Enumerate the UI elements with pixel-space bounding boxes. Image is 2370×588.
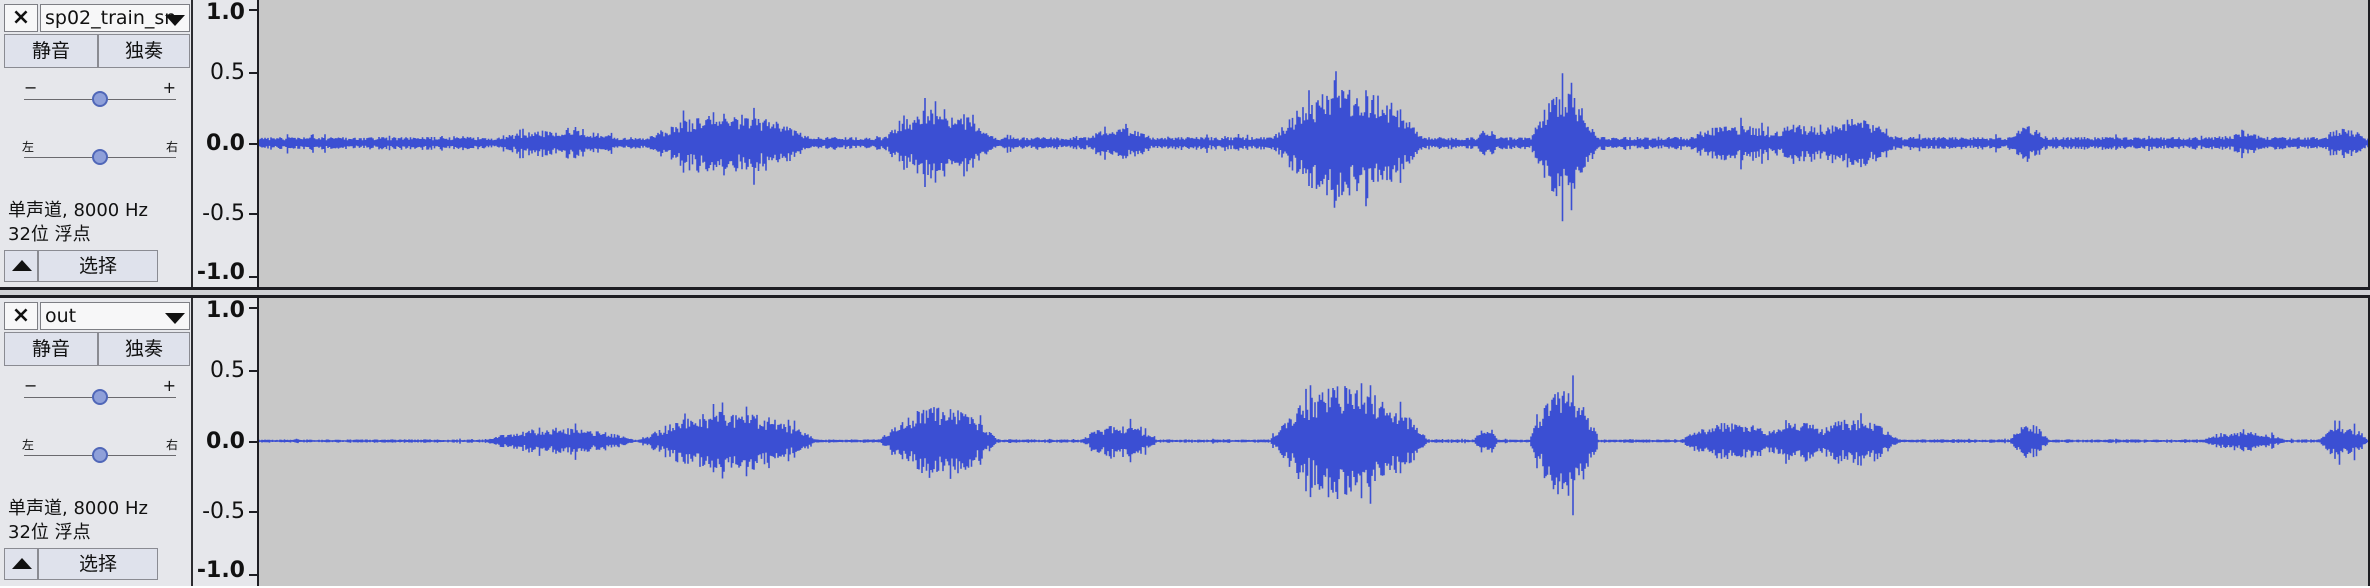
waveform-svg [259,375,2368,516]
chevron-up-icon [12,558,32,569]
mute-button[interactable]: 静音 [4,34,98,68]
select-track-button[interactable]: 选择 [38,548,158,580]
close-icon: × [11,5,31,30]
ruler-tick [249,574,257,576]
solo-button[interactable]: 独奏 [98,332,190,366]
gain-plus-label: + [162,78,176,97]
collapse-track-button[interactable] [4,548,38,580]
track-sample-format: 32位 浮点 [8,224,91,245]
mute-button[interactable]: 静音 [4,332,98,366]
track-control-panel: × out 静音 独奏 − + 左 右 单声道, 8000 Hz 32位 浮点 … [0,298,193,586]
chevron-up-icon [12,260,32,271]
amplitude-ruler: 1.0 0.5 0.0 -0.5 -1.0 [193,298,259,586]
collapse-track-button[interactable] [4,250,38,282]
gain-slider[interactable]: − + [24,376,176,412]
track-control-panel: × sp02_train_sn 静音 独奏 − + 左 右 单声道, 8000 … [0,0,193,288]
pan-slider[interactable]: 左 右 [22,138,178,172]
ruler-label-top: 1.0 [206,298,245,323]
pan-left-label: 左 [22,438,35,452]
ruler-label-bottom: -1.0 [196,558,245,583]
track-format-info: 单声道, 8000 Hz [8,498,148,519]
waveform-path [259,71,2368,222]
separator-line [0,287,2370,290]
track-title-row: × sp02_train_sn [0,0,193,34]
close-icon: × [11,303,31,328]
waveform-display[interactable] [259,298,2370,586]
ruler-tick [249,143,257,145]
ruler-tick [249,213,257,215]
audio-track-2[interactable]: × out 静音 独奏 − + 左 右 单声道, 8000 Hz 32位 浮点 … [0,298,2370,588]
gain-minus-label: − [24,78,38,97]
pan-slider[interactable]: 左 右 [22,436,178,470]
ruler-label-bottom: -1.0 [196,260,245,285]
gain-plus-label: + [162,376,176,395]
ruler-label-top: 1.0 [206,0,245,25]
ruler-tick [249,511,257,513]
track-name-menu[interactable]: sp02_train_sn [40,4,190,32]
ruler-tick [249,9,257,11]
gain-slider-thumb[interactable] [92,91,108,107]
track-name-menu[interactable]: out [40,302,190,330]
waveform-svg [259,71,2368,222]
track-sample-format: 32位 浮点 [8,522,91,543]
close-track-button[interactable]: × [4,4,38,32]
ruler-label-lower: -0.5 [202,499,245,524]
ruler-tick [249,276,257,278]
ruler-label-upper: 0.5 [210,358,245,383]
track-title-row: × out [0,298,193,332]
pan-right-label: 右 [165,438,178,452]
close-track-button[interactable]: × [4,302,38,330]
track-format-info: 单声道, 8000 Hz [8,200,148,221]
amplitude-ruler: 1.0 0.5 0.0 -0.5 -1.0 [193,0,259,288]
ruler-tick [249,370,257,372]
ruler-label-upper: 0.5 [210,60,245,85]
select-track-button[interactable]: 选择 [38,250,158,282]
pan-slider-thumb[interactable] [92,149,108,165]
waveform-display[interactable] [259,0,2370,288]
pan-left-label: 左 [22,140,35,154]
solo-button[interactable]: 独奏 [98,34,190,68]
pan-right-label: 右 [165,140,178,154]
chevron-down-icon [165,313,185,324]
gain-slider[interactable]: − + [24,78,176,114]
ruler-label-zero: 0.0 [206,429,245,454]
track-name-label: out [45,305,77,327]
gain-minus-label: − [24,376,38,395]
ruler-tick [249,441,257,443]
chevron-down-icon [165,15,185,26]
ruler-label-zero: 0.0 [206,131,245,156]
track-name-label: sp02_train_sn [45,7,177,29]
waveform-path [259,375,2368,516]
track-separator [0,287,2370,298]
ruler-label-lower: -0.5 [202,201,245,226]
gain-slider-thumb[interactable] [92,389,108,405]
ruler-tick [249,72,257,74]
ruler-tick [249,307,257,309]
pan-slider-thumb[interactable] [92,447,108,463]
audio-track-1[interactable]: × sp02_train_sn 静音 独奏 − + 左 右 单声道, 8000 … [0,0,2370,290]
